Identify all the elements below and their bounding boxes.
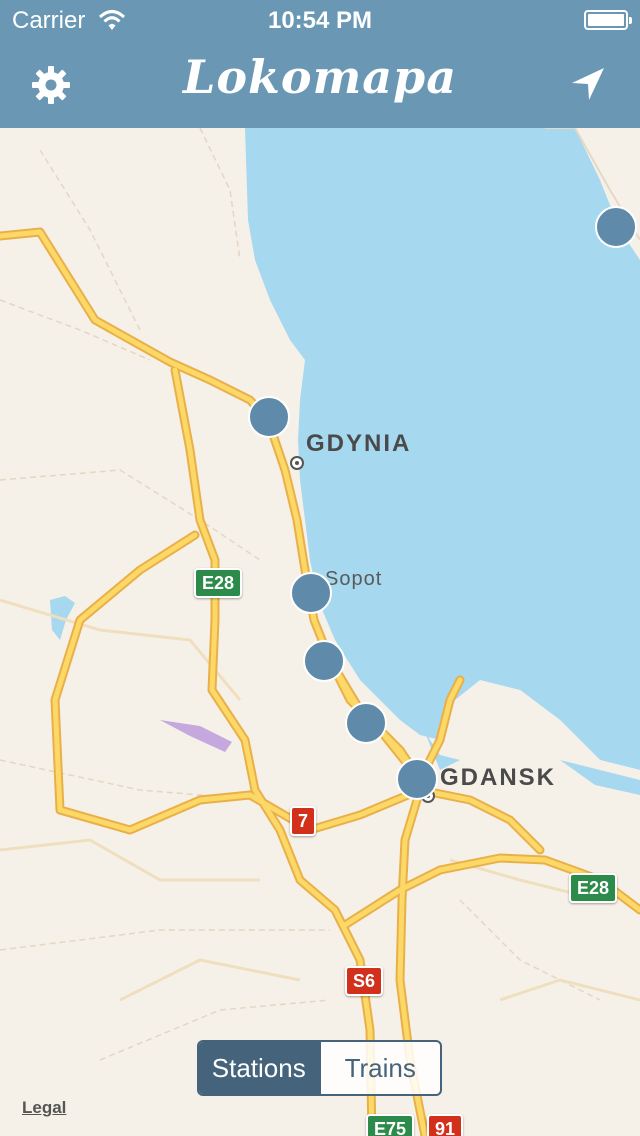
- status-bar: Carrier 10:54 PM: [0, 0, 640, 40]
- view-segmented-control: Stations Trains: [197, 1040, 442, 1096]
- road-badge-s6: S6: [345, 966, 384, 996]
- map-view[interactable]: GDYNIA GDANSK Sopot E28 7 E28 S6 E75 91 …: [0, 128, 640, 1136]
- city-label-gdansk: GDANSK: [440, 764, 557, 791]
- city-label-sopot: Sopot: [325, 568, 383, 590]
- segment-trains[interactable]: Trains: [318, 1042, 441, 1094]
- station-marker[interactable]: [303, 640, 345, 682]
- clock: 10:54 PM: [267, 7, 373, 34]
- station-marker[interactable]: [396, 758, 438, 800]
- city-label-gdynia: GDYNIA: [306, 430, 412, 457]
- road-badge-7: 7: [290, 806, 317, 836]
- road-badge-e75: E75: [366, 1114, 415, 1136]
- nav-bar: Lokomapa: [0, 40, 640, 128]
- station-marker[interactable]: [595, 206, 637, 248]
- station-marker[interactable]: [290, 572, 332, 614]
- map-base: [0, 128, 640, 1136]
- station-marker[interactable]: [345, 702, 387, 744]
- station-marker[interactable]: [248, 396, 290, 438]
- road-badge-91: 91: [427, 1114, 464, 1136]
- location-arrow-icon[interactable]: [568, 64, 608, 104]
- segment-stations[interactable]: Stations: [199, 1042, 319, 1094]
- legal-link[interactable]: Legal: [22, 1098, 66, 1118]
- app-title: Lokomapa: [182, 50, 458, 104]
- battery-icon: [584, 10, 632, 30]
- road-badge-e28: E28: [194, 568, 243, 598]
- road-badge-e28: E28: [569, 873, 618, 903]
